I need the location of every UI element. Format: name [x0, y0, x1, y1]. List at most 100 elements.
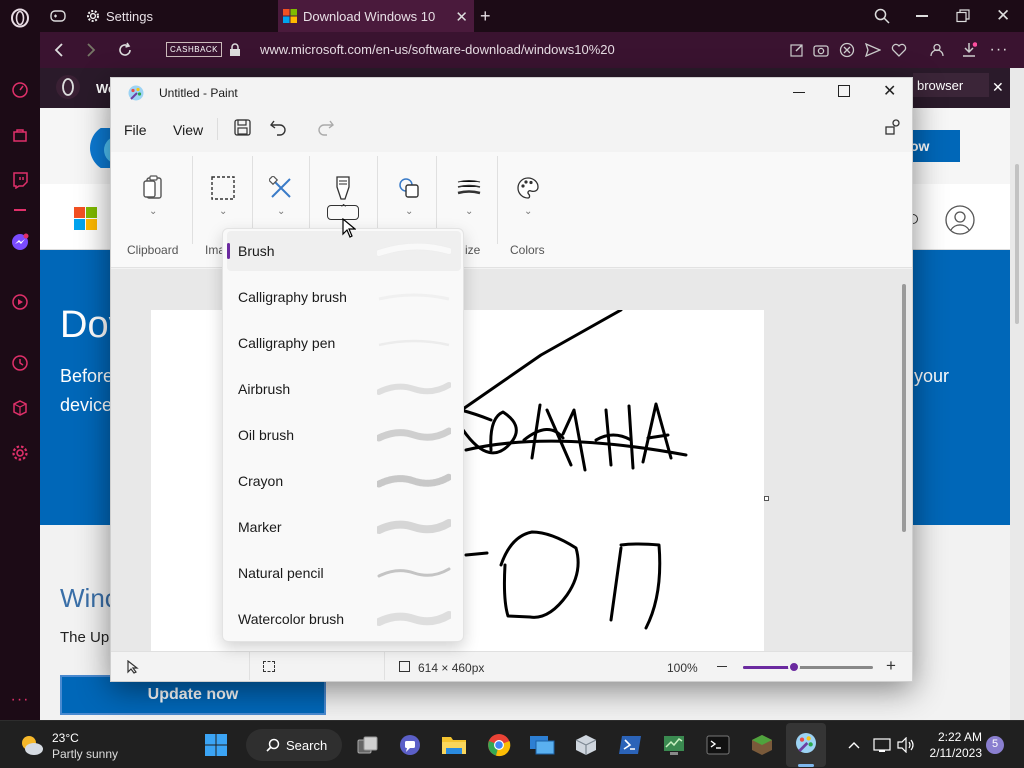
chrome-icon[interactable] — [485, 731, 513, 759]
brush-option-calligraphy-brush[interactable]: Calligraphy brush — [227, 277, 461, 317]
reload-icon[interactable] — [116, 41, 134, 59]
brush-option-watercolor-brush[interactable]: Watercolor brush — [227, 599, 461, 639]
close-window-icon[interactable]: ✕ — [996, 0, 1016, 32]
terminal-icon[interactable] — [704, 731, 732, 759]
speed-dial-icon[interactable] — [8, 78, 32, 102]
paint-maximize-icon[interactable] — [838, 85, 850, 97]
brush-option-calligraphy-pen[interactable]: Calligraphy pen — [227, 323, 461, 363]
send-icon[interactable] — [864, 41, 882, 59]
clock-date[interactable]: 2/11/2023 — [920, 746, 983, 760]
profile-icon[interactable] — [928, 41, 946, 59]
brushes-icon[interactable] — [329, 174, 357, 202]
back-icon[interactable] — [50, 41, 68, 59]
account-icon[interactable] — [884, 118, 902, 136]
size-icon[interactable] — [455, 174, 483, 202]
download-icon[interactable] — [960, 41, 978, 59]
camera-icon[interactable] — [812, 41, 830, 59]
brush-option-label: Brush — [238, 243, 275, 259]
player-icon[interactable] — [8, 290, 32, 314]
undo-icon[interactable] — [269, 118, 287, 136]
account-icon[interactable] — [945, 205, 975, 235]
chevron-down-icon[interactable]: ⌄ — [219, 206, 227, 217]
opera-logo-icon[interactable] — [8, 6, 32, 30]
page-scrollbar[interactable] — [1010, 68, 1024, 720]
brush-option-crayon[interactable]: Crayon — [227, 461, 461, 501]
extensions-icon[interactable] — [8, 396, 32, 420]
tab-download-windows[interactable]: Download Windows 10 ✕ — [278, 0, 474, 32]
teams-chat-icon[interactable] — [396, 731, 424, 759]
weather-description[interactable]: Partly sunny — [52, 747, 118, 761]
weather-icon[interactable] — [18, 731, 46, 759]
paint-taskbar-button[interactable] — [786, 723, 826, 767]
paint-minimize-icon[interactable] — [793, 92, 805, 94]
shopping-icon[interactable] — [8, 123, 32, 147]
file-menu[interactable]: File — [124, 122, 147, 138]
powershell-icon[interactable] — [616, 731, 644, 759]
edit-icon[interactable] — [788, 41, 806, 59]
cashback-badge[interactable]: CASHBACK — [166, 42, 223, 57]
adblock-icon[interactable] — [838, 41, 856, 59]
zoom-slider-thumb[interactable] — [788, 661, 800, 673]
url-field[interactable]: www.microsoft.com/en-us/software-downloa… — [260, 42, 615, 57]
zoom-level[interactable]: 100% — [667, 661, 698, 675]
browser-badge[interactable]: browser — [913, 73, 989, 97]
search-button[interactable]: Search — [246, 729, 342, 761]
search-tabs-icon[interactable] — [874, 0, 894, 32]
canvas-scrollbar[interactable] — [902, 284, 906, 532]
zoom-out-icon[interactable] — [717, 666, 727, 668]
tools-icon[interactable] — [267, 174, 295, 202]
gamepad-icon[interactable] — [50, 0, 72, 32]
task-view-icon[interactable] — [354, 731, 382, 759]
chevron-down-icon[interactable]: ⌄ — [465, 206, 473, 217]
brush-option-natural-pencil[interactable]: Natural pencil — [227, 553, 461, 593]
chevron-down-icon[interactable]: ⌄ — [277, 206, 285, 217]
view-menu[interactable]: View — [173, 122, 203, 138]
app-cube-icon[interactable] — [572, 731, 600, 759]
notification-badge[interactable]: 5 — [986, 736, 1004, 754]
chevron-down-icon[interactable]: ⌄ — [405, 206, 413, 217]
close-banner-icon[interactable]: ✕ — [992, 79, 1004, 96]
zoom-in-icon[interactable]: + — [886, 656, 896, 676]
brush-option-marker[interactable]: Marker — [227, 507, 461, 547]
remote-desktop-icon[interactable] — [528, 731, 556, 759]
settings-gear-icon[interactable] — [8, 441, 32, 465]
volume-icon[interactable] — [892, 731, 920, 759]
clipboard-icon[interactable] — [139, 174, 167, 202]
redo-icon[interactable] — [317, 118, 335, 136]
system-monitor-icon[interactable] — [660, 731, 688, 759]
weather-temperature[interactable]: 23°C — [52, 731, 79, 745]
save-icon[interactable] — [234, 119, 251, 136]
chevron-down-icon[interactable]: ⌄ — [524, 206, 532, 217]
scroll-thumb[interactable] — [1015, 164, 1019, 324]
file-explorer-icon[interactable] — [440, 731, 468, 759]
restore-icon[interactable] — [956, 0, 976, 32]
new-tab-button[interactable]: + — [480, 0, 500, 32]
chevron-down-icon[interactable]: ⌄ — [149, 206, 157, 217]
heart-icon[interactable] — [890, 41, 908, 59]
more-options-icon[interactable]: ··· — [8, 688, 32, 712]
close-tab-icon[interactable]: ✕ — [455, 8, 468, 26]
microsoft-logo-icon[interactable] — [74, 207, 98, 231]
colors-palette-icon[interactable] — [514, 174, 542, 202]
selection-icon[interactable] — [209, 174, 237, 202]
paint-close-icon[interactable]: ✕ — [883, 81, 896, 101]
history-icon[interactable] — [8, 351, 32, 375]
zoom-slider[interactable] — [743, 661, 873, 673]
start-windows-icon[interactable] — [202, 731, 230, 759]
chevron-up-icon[interactable] — [840, 731, 868, 759]
lock-icon[interactable] — [226, 41, 244, 59]
twitch-icon[interactable] — [8, 168, 32, 192]
tab-settings[interactable]: Settings ✕ — [80, 0, 303, 32]
canvas-resize-handle[interactable] — [764, 496, 769, 501]
minimize-icon[interactable] — [916, 0, 936, 32]
forward-icon[interactable] — [82, 41, 100, 59]
menu-icon[interactable]: ··· — [990, 41, 1008, 59]
minecraft-icon[interactable] — [748, 731, 776, 759]
active-indicator — [798, 764, 814, 767]
clock-time[interactable]: 2:22 AM — [930, 730, 982, 744]
shapes-icon[interactable] — [395, 174, 423, 202]
taskbar: 23°C Partly sunny Search 2:22 AM 2/11/20… — [0, 720, 1024, 768]
brush-option-airbrush[interactable]: Airbrush — [227, 369, 461, 409]
messenger-icon[interactable] — [8, 230, 32, 254]
brush-option-oil-brush[interactable]: Oil brush — [227, 415, 461, 455]
